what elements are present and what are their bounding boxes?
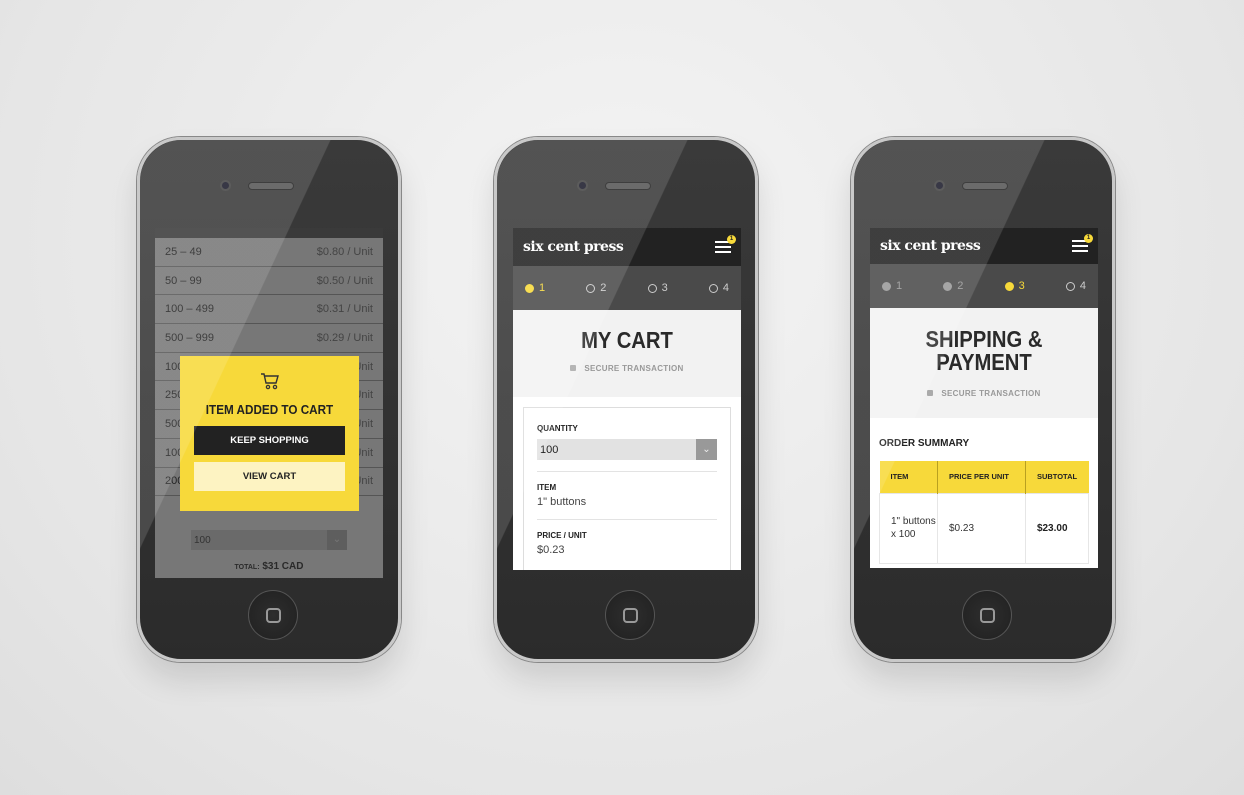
table-row: 1" buttons x 100 $0.23 $23.00 [879, 493, 1089, 563]
step-1[interactable]: 1 [882, 280, 902, 292]
checkout-steps: 1 2 3 4 [513, 266, 741, 310]
step-number: 2 [957, 280, 964, 292]
step-indicator-icon [882, 281, 891, 291]
quantity-range: 500 – 999 [165, 331, 214, 344]
secure-transaction-label: SECURE TRANSACTION [941, 389, 1041, 398]
logo[interactable]: six cent press [523, 239, 624, 255]
chevron-down-icon: ⌄ [696, 439, 717, 460]
quantity-value: 100 [194, 534, 211, 546]
lock-icon [570, 365, 577, 371]
order-summary-table: ITEM PRICE PER UNIT SUBTOTAL 1" buttons … [879, 461, 1089, 564]
row-price: $0.23 [937, 493, 1026, 563]
phone-1: 25 – 49 $0.80 / Unit 50 – 99 $0.50 / Unit 10… [137, 137, 401, 662]
speaker [248, 182, 294, 190]
step-indicator-icon [708, 283, 718, 293]
step-2[interactable]: 2 [586, 282, 606, 294]
camera [220, 180, 231, 191]
logo[interactable]: six cent press [880, 238, 981, 254]
step-1[interactable]: 1 [525, 282, 545, 294]
step-2[interactable]: 2 [943, 280, 963, 292]
checkout-steps: 1 2 3 4 [870, 264, 1098, 308]
menu-icon[interactable]: 1 [1072, 234, 1093, 252]
step-number: 1 [896, 280, 903, 292]
step-indicator-icon [1065, 281, 1075, 291]
step-number: 1 [539, 282, 546, 294]
title-area: SHIPPING & PAYMENT SECURE TRANSACTION [870, 308, 1098, 418]
lock-icon [927, 390, 934, 396]
screen-3: six cent press 1 1 2 3 4 SHIPPING & PAYMENT… [870, 228, 1098, 568]
quantity-range: 100 – 499 [165, 303, 214, 316]
step-4[interactable]: 4 [708, 282, 729, 294]
step-indicator-icon [647, 283, 657, 293]
step-number: 2 [600, 282, 607, 294]
step-3[interactable]: 3 [647, 282, 668, 294]
header: six cent press 1 [870, 228, 1098, 264]
total-value: $31 CAD [262, 561, 304, 572]
phone-2: six cent press 1 1 2 3 4 MY CART SECURE TRA… [494, 137, 758, 662]
step-indicator-icon [943, 281, 953, 291]
page-title: MY CART [581, 327, 673, 353]
unit-price: $0.80 / Unit [316, 245, 373, 258]
price-label: PRICE / UNIT [537, 531, 587, 540]
quantity-select[interactable]: 100 ⌄ [191, 530, 347, 550]
unit-price: $0.31 / Unit [316, 303, 373, 316]
step-number: 3 [1018, 280, 1025, 292]
step-indicator-icon [586, 283, 596, 293]
total-label: TOTAL: [234, 564, 260, 571]
column-header-subtotal: SUBTOTAL [1024, 461, 1089, 493]
step-indicator-icon [1004, 281, 1014, 291]
step-3[interactable]: 3 [1004, 280, 1025, 292]
order-summary-heading: ORDER SUMMARY [879, 438, 970, 449]
item-label: ITEM [537, 483, 557, 492]
screen-2: six cent press 1 1 2 3 4 MY CART SECURE TRA… [513, 228, 741, 570]
step-number: 4 [722, 282, 729, 294]
camera [934, 180, 945, 191]
speaker [962, 182, 1008, 190]
price-value: $0.23 [537, 544, 565, 556]
item-added-modal: ITEM ADDED TO CART KEEP SHOPPING VIEW CA… [180, 356, 359, 511]
speaker [605, 182, 651, 190]
modal-title: ITEM ADDED TO CART [205, 402, 334, 417]
quantity-range: 50 – 99 [165, 274, 202, 287]
cart-count-badge: 1 [727, 235, 736, 244]
home-button[interactable] [605, 590, 655, 640]
quantity-range: 25 – 49 [165, 245, 202, 258]
step-number: 3 [661, 282, 668, 294]
row-item: 1" buttons x 100 [891, 516, 936, 540]
pricing-row: 500 – 999 $0.29 / Unit [155, 324, 383, 353]
pricing-row: 100 – 499 $0.31 / Unit [155, 295, 383, 325]
step-4[interactable]: 4 [1065, 280, 1086, 292]
item-value: 1" buttons [537, 496, 587, 508]
home-button[interactable] [962, 590, 1012, 640]
unit-price: $0.29 / Unit [316, 331, 373, 344]
pricing-row: 50 – 99 $0.50 / Unit [155, 267, 383, 296]
page-title-line-2: PAYMENT [936, 349, 1032, 375]
page-title-line-1: SHIPPING & [925, 326, 1043, 352]
cart-count-badge: 1 [1084, 234, 1093, 243]
quantity-label: QUANTITY [537, 424, 578, 433]
menu-icon[interactable]: 1 [715, 235, 736, 253]
header: six cent press 1 [513, 228, 741, 266]
step-indicator-icon [525, 283, 534, 293]
secure-transaction-label: SECURE TRANSACTION [584, 364, 684, 373]
home-button[interactable] [248, 590, 298, 640]
screen-1: 25 – 49 $0.80 / Unit 50 – 99 $0.50 / Unit 10… [155, 228, 383, 578]
column-header-item: ITEM [890, 472, 909, 482]
keep-shopping-button[interactable]: KEEP SHOPPING [194, 426, 345, 455]
column-header-price: PRICE PER UNIT [937, 461, 1026, 493]
row-subtotal: $23.00 [1024, 493, 1089, 563]
quantity-value: 100 [540, 443, 559, 456]
view-cart-button[interactable]: VIEW CART [194, 462, 345, 491]
camera [577, 180, 588, 191]
phone-3: six cent press 1 1 2 3 4 SHIPPING & PAYMENT… [851, 137, 1115, 662]
quantity-select[interactable]: 100 ⌄ [537, 439, 717, 460]
step-number: 4 [1079, 280, 1086, 292]
title-area: MY CART SECURE TRANSACTION [513, 310, 741, 397]
cart-card: QUANTITY 100 ⌄ ITEM 1" buttons PRICE / UN… [523, 407, 731, 570]
chevron-down-icon: ⌄ [327, 530, 347, 550]
cart-icon [260, 373, 279, 390]
pricing-row: 25 – 49 $0.80 / Unit [155, 238, 383, 267]
unit-price: $0.50 / Unit [316, 274, 373, 287]
